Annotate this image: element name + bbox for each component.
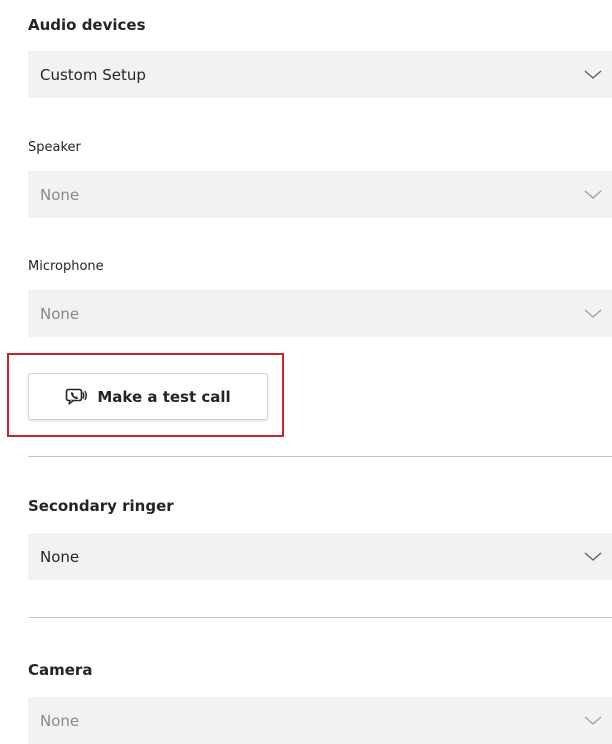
speaker-dropdown[interactable]: None (28, 171, 612, 218)
camera-title: Camera (28, 661, 93, 679)
secondary-ringer-dropdown[interactable]: None (28, 533, 612, 580)
microphone-dropdown[interactable]: None (28, 290, 612, 337)
camera-dropdown[interactable]: None (28, 697, 612, 744)
microphone-selected-value: None (40, 304, 80, 323)
chevron-down-icon (584, 309, 602, 318)
test-call-icon (65, 388, 88, 406)
audio-devices-dropdown[interactable]: Custom Setup (28, 51, 612, 98)
divider (28, 456, 612, 457)
speaker-selected-value: None (40, 185, 80, 204)
chevron-down-icon (584, 190, 602, 199)
make-test-call-button[interactable]: Make a test call (28, 373, 268, 420)
chevron-down-icon (584, 552, 602, 561)
chevron-down-icon (584, 70, 602, 79)
speaker-label: Speaker (28, 140, 81, 155)
microphone-label: Microphone (28, 259, 104, 274)
secondary-ringer-title: Secondary ringer (28, 497, 174, 515)
audio-devices-selected-value: Custom Setup (40, 65, 146, 84)
camera-selected-value: None (40, 711, 80, 730)
audio-devices-title: Audio devices (28, 16, 146, 34)
secondary-ringer-selected-value: None (40, 547, 80, 566)
make-test-call-label: Make a test call (97, 387, 231, 406)
divider (28, 617, 612, 618)
chevron-down-icon (584, 716, 602, 725)
